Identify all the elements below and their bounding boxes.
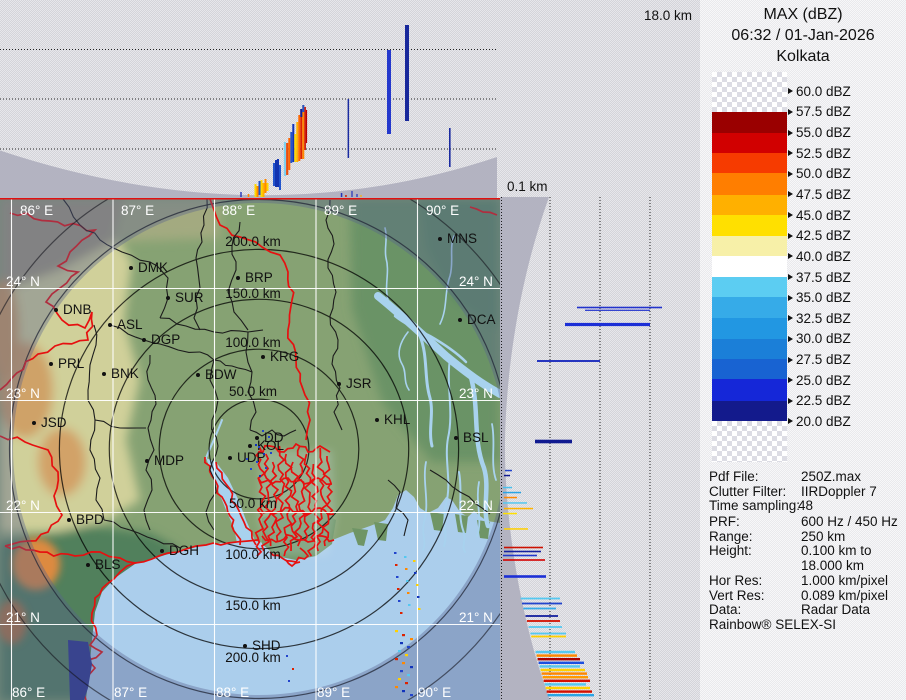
svg-text:200.0 km: 200.0 km — [225, 234, 281, 249]
svg-text:150.0 km: 150.0 km — [225, 286, 281, 301]
svg-text:BSL: BSL — [463, 430, 489, 445]
svg-text:ASL: ASL — [117, 317, 143, 332]
svg-text:DGH: DGH — [169, 543, 199, 558]
svg-text:24° N: 24° N — [6, 274, 40, 289]
svg-text:89° E: 89° E — [324, 203, 357, 218]
svg-text:88° E: 88° E — [216, 685, 249, 700]
svg-text:PRL: PRL — [58, 356, 85, 371]
svg-text:BDW: BDW — [205, 367, 237, 382]
svg-text:24° N: 24° N — [459, 274, 493, 289]
svg-text:87° E: 87° E — [121, 203, 154, 218]
svg-text:86° E: 86° E — [20, 203, 53, 218]
svg-text:90° E: 90° E — [418, 685, 451, 700]
svg-text:100.0 km: 100.0 km — [225, 547, 281, 562]
svg-text:50.0 km: 50.0 km — [229, 496, 277, 511]
svg-text:88° E: 88° E — [222, 203, 255, 218]
svg-text:150.0 km: 150.0 km — [225, 598, 281, 613]
svg-text:90° E: 90° E — [426, 203, 459, 218]
svg-text:21° N: 21° N — [6, 610, 40, 625]
svg-text:KHL: KHL — [384, 412, 411, 427]
svg-text:DGP: DGP — [151, 332, 180, 347]
svg-text:SUR: SUR — [175, 290, 204, 305]
svg-text:JSD: JSD — [41, 415, 67, 430]
svg-text:100.0 km: 100.0 km — [225, 335, 281, 350]
svg-text:DNB: DNB — [63, 302, 92, 317]
svg-text:89° E: 89° E — [317, 685, 350, 700]
svg-text:BPD: BPD — [76, 512, 104, 527]
svg-text:MDP: MDP — [154, 453, 184, 468]
svg-text:BNK: BNK — [111, 366, 139, 381]
svg-text:DMK: DMK — [138, 260, 168, 275]
svg-text:87° E: 87° E — [114, 685, 147, 700]
svg-text:BRP: BRP — [245, 270, 273, 285]
svg-text:23° N: 23° N — [459, 386, 493, 401]
svg-text:UDP: UDP — [237, 450, 266, 465]
svg-text:SHD: SHD — [252, 638, 281, 653]
svg-text:21° N: 21° N — [459, 610, 493, 625]
svg-text:22° N: 22° N — [6, 498, 40, 513]
svg-text:KRG: KRG — [270, 349, 299, 364]
svg-text:86° E: 86° E — [12, 685, 45, 700]
svg-text:JSR: JSR — [346, 376, 372, 391]
svg-text:22° N: 22° N — [459, 498, 493, 513]
svg-text:50.0 km: 50.0 km — [229, 384, 277, 399]
svg-text:MNS: MNS — [447, 231, 477, 246]
svg-text:BLS: BLS — [95, 557, 121, 572]
svg-text:DCA: DCA — [467, 312, 496, 327]
svg-text:23° N: 23° N — [6, 386, 40, 401]
